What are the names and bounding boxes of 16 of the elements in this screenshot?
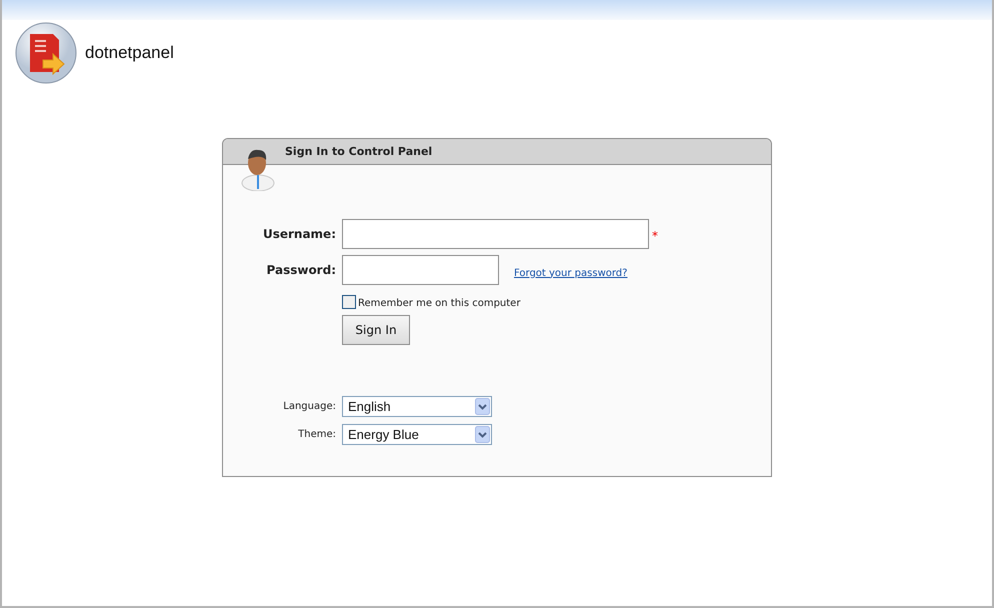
- field-label: Username:: [262, 227, 336, 241]
- select-label: Theme:: [297, 429, 336, 440]
- sign-in-button[interactable]: Sign In: [342, 315, 410, 345]
- field-label: Password:: [266, 263, 336, 277]
- checkbox-label: Remember me on this computer: [358, 298, 520, 309]
- logo-text: dotnetpanel: [85, 43, 174, 63]
- required-mark: *: [652, 229, 658, 243]
- dropdown[interactable]: English: [342, 396, 492, 417]
- select-label: Language:: [282, 401, 336, 412]
- input-field[interactable]: [342, 255, 499, 285]
- input-field[interactable]: [342, 219, 649, 249]
- checkbox[interactable]: [342, 295, 356, 309]
- logo-icon: [15, 22, 77, 84]
- dropdown[interactable]: Energy Blue: [342, 424, 492, 445]
- forgot-password-link[interactable]: Forgot your password?: [514, 268, 628, 278]
- panel-title: Sign In to Control Panel: [285, 145, 432, 158]
